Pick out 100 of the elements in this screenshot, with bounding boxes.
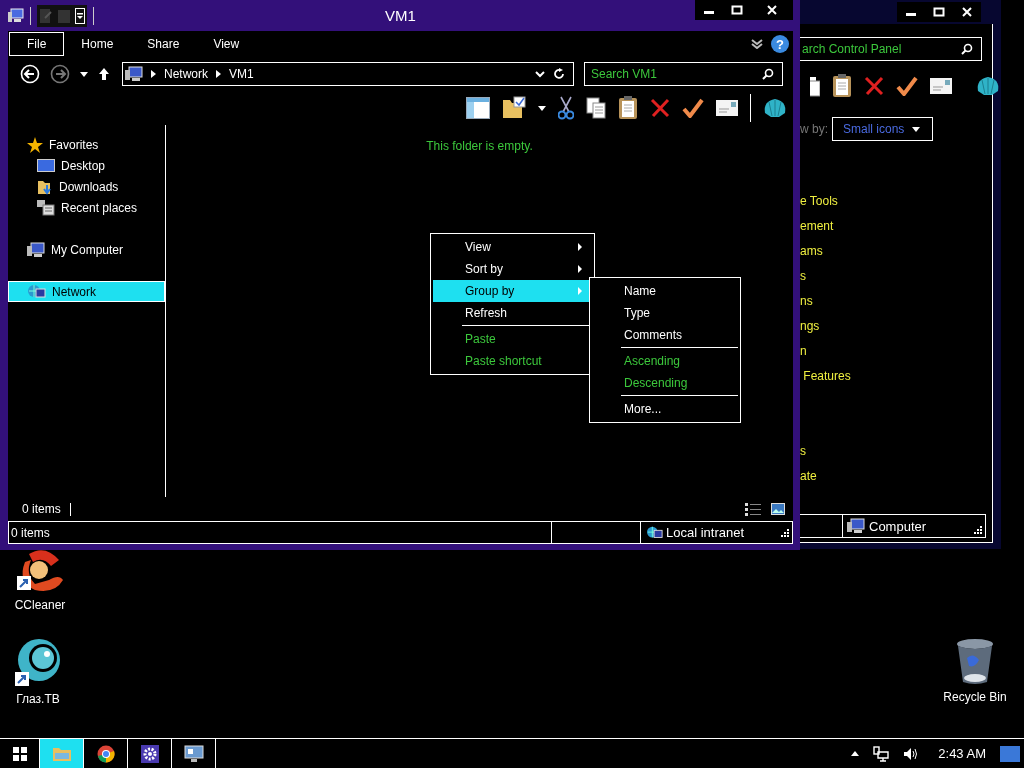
control-panel-link[interactable]: ement — [800, 214, 834, 239]
nav-item[interactable]: My Computer — [8, 239, 165, 260]
delete-icon[interactable] — [650, 98, 670, 118]
ribbon-tab[interactable]: Share — [130, 33, 197, 55]
checkmark-icon[interactable] — [896, 76, 918, 96]
maximize-icon — [731, 5, 743, 15]
shortcut-icon[interactable] — [15, 550, 65, 594]
network-icon — [28, 283, 46, 300]
windows-logo-icon — [12, 746, 27, 761]
breadcrumb-arrow-icon[interactable] — [216, 70, 221, 78]
shortcut-icon[interactable] — [13, 638, 63, 688]
menu-item[interactable]: Comments — [592, 324, 738, 346]
refresh-icon[interactable] — [553, 68, 565, 80]
breadcrumb-arrow-icon[interactable] — [151, 70, 156, 78]
resize-grip-icon[interactable] — [973, 525, 983, 535]
downloads-folder-icon — [37, 178, 53, 195]
submenu-arrow-icon — [578, 243, 582, 251]
network-icon[interactable] — [873, 745, 890, 762]
caret-icon — [77, 11, 83, 20]
show-hidden-icons-icon[interactable] — [851, 751, 860, 756]
menu-item[interactable]: View — [433, 236, 592, 258]
breadcrumb[interactable]: VM1 — [229, 67, 254, 81]
menu-item[interactable]: Sort by — [433, 258, 592, 280]
chevron-icon[interactable] — [751, 39, 763, 49]
icon-label: CCleaner — [14, 598, 66, 612]
browser-icon — [96, 744, 115, 763]
up-arrow-icon[interactable] — [98, 67, 110, 81]
nav-item[interactable]: Favorites — [8, 134, 165, 155]
nav-item[interactable]: Downloads — [8, 176, 165, 197]
help-button[interactable]: ? — [771, 35, 789, 53]
empty-folder-message: This folder is empty. — [426, 139, 533, 153]
control-panel-link[interactable]: Features — [800, 364, 851, 389]
scissors-icon[interactable] — [558, 96, 574, 120]
window-title: VM1 — [385, 7, 416, 24]
shell-icon[interactable] — [976, 75, 1000, 97]
monitor-icon — [183, 744, 204, 763]
search-icon — [961, 43, 973, 55]
item-count: 0 items — [22, 502, 71, 516]
control-panel-link[interactable]: e Tools — [800, 189, 838, 214]
control-panel-link[interactable]: s — [800, 264, 806, 289]
status-text: Computer — [869, 518, 927, 534]
submenu-arrow-icon — [578, 265, 582, 273]
computer-icon — [125, 66, 143, 82]
menu-item[interactable]: Type — [592, 302, 738, 324]
close-icon — [961, 7, 973, 17]
control-panel-link[interactable]: s — [800, 439, 806, 464]
computer-icon[interactable] — [8, 7, 24, 24]
chevron-down-icon[interactable] — [535, 70, 545, 78]
recent-places-icon — [37, 199, 55, 216]
ribbon-tab[interactable]: Home — [64, 33, 131, 55]
recent-locations-caret-icon[interactable] — [80, 71, 88, 77]
control-panel-link[interactable]: ate — [800, 464, 817, 489]
computer-icon — [847, 518, 865, 534]
star-icon — [27, 136, 43, 153]
menu-item[interactable]: More... — [592, 398, 738, 420]
clipboard-icon[interactable] — [618, 96, 638, 120]
large-icons-view-icon[interactable] — [771, 503, 785, 515]
delete-icon[interactable] — [864, 76, 884, 96]
customize-button[interactable] — [75, 7, 85, 24]
recycle-bin-icon[interactable] — [955, 638, 995, 686]
menu-item[interactable]: Group by — [433, 280, 592, 302]
close-icon — [766, 5, 778, 15]
submenu-arrow-icon — [578, 287, 582, 295]
control-panel-link[interactable]: ngs — [800, 314, 820, 339]
nav-item[interactable]: Desktop — [8, 155, 165, 176]
gear-icon — [140, 744, 159, 763]
breadcrumb[interactable]: Network — [164, 67, 208, 81]
volume-icon[interactable] — [903, 746, 920, 761]
icon-label: Recycle Bin — [943, 690, 1007, 704]
control-panel-link[interactable]: ns — [800, 289, 813, 314]
view-dropdown[interactable]: Small icons — [832, 117, 934, 141]
copy-icon[interactable] — [586, 97, 606, 119]
minimize-button[interactable] — [897, 2, 925, 22]
desktop-icon — [37, 158, 55, 173]
file-menu-button[interactable]: File — [9, 32, 65, 56]
menu-item[interactable]: Refresh — [433, 302, 592, 324]
control-panel-link[interactable]: n — [800, 339, 807, 364]
search-field[interactable]: arch Control Panel — [800, 37, 982, 61]
clock[interactable]: 2:43 AM — [938, 746, 986, 761]
checkmark-icon[interactable] — [682, 98, 704, 118]
clipboard-icon[interactable] — [832, 74, 852, 98]
details-view-icon[interactable] — [745, 502, 761, 516]
ribbon-tab[interactable]: View — [196, 33, 257, 55]
search-field[interactable]: Search VM1 — [584, 62, 783, 86]
folder-check-icon[interactable] — [502, 96, 526, 120]
nav-item[interactable]: Recent places — [8, 197, 165, 218]
properties-icon[interactable] — [39, 7, 53, 24]
close-button[interactable] — [953, 2, 981, 22]
show-desktop-button[interactable] — [1000, 745, 1020, 762]
menu-item[interactable]: Name — [592, 280, 738, 302]
icon-label: Глаз.ТВ — [16, 692, 60, 706]
computer-icon — [27, 241, 45, 258]
control-panel-link[interactable]: ams — [800, 239, 823, 264]
copy-icon[interactable] — [810, 75, 820, 97]
address-bar[interactable]: Network VM1 — [122, 62, 574, 86]
resize-grip-icon[interactable] — [780, 527, 790, 538]
caret-icon[interactable] — [538, 105, 546, 111]
shell-icon[interactable] — [763, 97, 787, 119]
back-button[interactable] — [20, 64, 40, 84]
nav-item[interactable]: Network — [8, 281, 165, 302]
